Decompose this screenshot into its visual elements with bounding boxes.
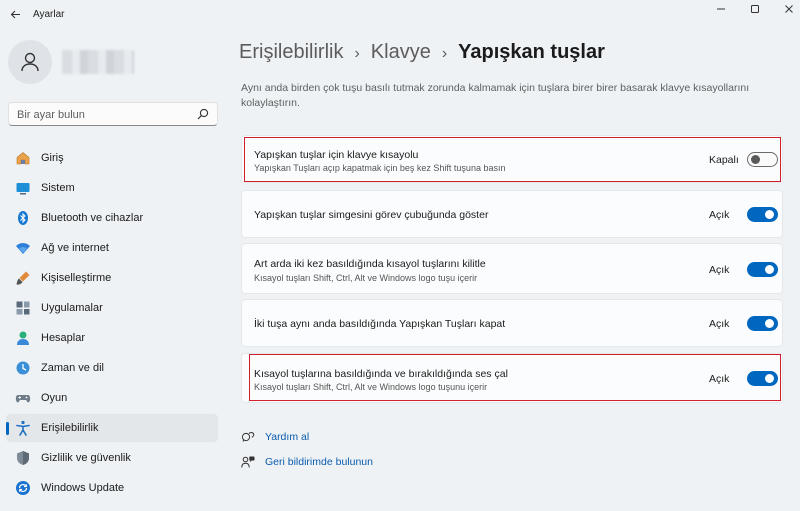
sidebar-item-accessibility[interactable]: Erişilebilirlik (6, 414, 218, 442)
sidebar-item-label: Windows Update (41, 482, 125, 494)
close-icon (785, 5, 793, 13)
sidebar-item-gaming[interactable]: Oyun (6, 384, 218, 412)
sidebar-item-home[interactable]: Giriş (6, 144, 218, 172)
sidebar-nav: Giriş Sistem Bluetooth ve cihazlar Ağ ve… (6, 144, 218, 504)
setting-card-taskbar-icon[interactable]: Yapışkan tuşlar simgesini görev çubuğund… (241, 190, 783, 238)
setting-state: Açık (709, 209, 730, 221)
toggle-knob (765, 374, 774, 383)
sidebar-item-personalization[interactable]: Kişiselleştirme (6, 264, 218, 292)
system-icon (16, 183, 30, 195)
brush-icon (16, 271, 30, 285)
setting-state: Açık (709, 373, 730, 385)
feedback-link-text[interactable]: Geri bildirimde bulunun (265, 456, 373, 468)
back-arrow-icon (10, 10, 20, 18)
setting-title: Kısayol tuşlarına basıldığında ve bırakı… (254, 368, 508, 380)
sidebar-item-label: Bluetooth ve cihazlar (41, 212, 144, 224)
setting-state: Kapalı (709, 154, 739, 166)
chevron-right-icon: › (354, 45, 360, 62)
sidebar-item-network[interactable]: Ağ ve internet (6, 234, 218, 262)
sidebar-item-label: Uygulamalar (41, 302, 103, 314)
setting-title: İki tuşa aynı anda basıldığında Yapışkan… (254, 318, 506, 330)
sidebar-item-label: Oyun (41, 392, 68, 404)
sidebar-item-label: Kişiselleştirme (41, 272, 112, 284)
sidebar-item-label: Gizlilik ve güvenlik (41, 452, 131, 464)
profile-name-redacted (62, 50, 134, 74)
sidebar-item-time-language[interactable]: Zaman ve dil (6, 354, 218, 382)
sidebar-item-label: Erişilebilirlik (41, 422, 99, 434)
search-icon[interactable] (197, 108, 209, 120)
toggle-knob (751, 155, 760, 164)
toggle-switch[interactable] (747, 152, 778, 167)
sidebar-item-label: Hesaplar (41, 332, 86, 344)
breadcrumb: Erişilebilirlik › Klavye › Yapışkan tuşl… (239, 41, 605, 67)
shield-icon (17, 451, 29, 465)
minimize-icon (717, 8, 725, 10)
setting-card-lock-keys[interactable]: Art arda iki kez basıldığında kısayol tu… (241, 243, 783, 294)
sidebar-item-label: Zaman ve dil (41, 362, 104, 374)
setting-card-play-sound[interactable]: Kısayol tuşlarına basıldığında ve bırakı… (241, 353, 783, 403)
app-title: Ayarlar (33, 9, 65, 20)
bluetooth-icon (18, 211, 28, 225)
toggle-switch[interactable] (747, 207, 778, 222)
setting-subtitle: Kısayol tuşları Shift, Ctrl, Alt ve Wind… (254, 273, 478, 283)
minimize-button[interactable] (703, 0, 739, 18)
title-bar: Ayarlar (0, 0, 800, 30)
toggle-switch[interactable] (747, 262, 778, 277)
setting-card-turn-off[interactable]: İki tuşa aynı anda basıldığında Yapışkan… (241, 299, 783, 347)
sidebar-item-label: Sistem (41, 182, 75, 194)
toggle-switch[interactable] (747, 371, 778, 386)
help-icon (241, 432, 255, 442)
close-button[interactable] (771, 0, 800, 18)
person-icon (21, 52, 39, 72)
sidebar-item-label: Ağ ve internet (41, 242, 109, 254)
sidebar-item-privacy[interactable]: Gizlilik ve güvenlik (6, 444, 218, 472)
home-icon (16, 152, 30, 165)
sidebar-item-apps[interactable]: Uygulamalar (6, 294, 218, 322)
sidebar-item-label: Giriş (41, 152, 64, 164)
sidebar-item-windows-update[interactable]: Windows Update (6, 474, 218, 502)
avatar (8, 40, 52, 84)
apps-icon (16, 301, 30, 315)
account-icon (17, 331, 29, 345)
maximize-button[interactable] (737, 0, 773, 18)
gaming-icon (15, 395, 31, 403)
sidebar-item-accounts[interactable]: Hesaplar (6, 324, 218, 352)
search-box[interactable]: Bir ayar bulun (8, 102, 218, 126)
breadcrumb-item-keyboard[interactable]: Klavye (371, 41, 431, 64)
toggle-knob (765, 210, 774, 219)
search-input[interactable]: Bir ayar bulun (17, 109, 85, 121)
update-icon (16, 481, 30, 495)
time-language-icon (16, 361, 30, 375)
sidebar-item-system[interactable]: Sistem (6, 174, 218, 202)
maximize-icon (751, 5, 759, 13)
breadcrumb-item-accessibility[interactable]: Erişilebilirlik (239, 41, 343, 64)
setting-subtitle: Kısayol tuşları Shift, Ctrl, Alt ve Wind… (254, 382, 488, 392)
wifi-icon (16, 243, 30, 254)
back-button[interactable] (6, 5, 24, 23)
help-link-text[interactable]: Yardım al (265, 431, 309, 443)
chevron-right-icon: › (441, 45, 448, 62)
toggle-knob (765, 319, 774, 328)
setting-state: Açık (709, 264, 730, 276)
setting-title: Yapışkan tuşlar için klavye kısayolu (254, 149, 419, 161)
sidebar-item-bluetooth[interactable]: Bluetooth ve cihazlar (6, 204, 218, 232)
page-description: Aynı anda birden çok tuşu basılı tutmak … (241, 82, 750, 109)
setting-state: Açık (709, 318, 730, 330)
setting-title: Art arda iki kez basıldığında kısayol tu… (254, 258, 486, 270)
toggle-switch[interactable] (747, 316, 778, 331)
feedback-icon (241, 456, 255, 468)
accessibility-icon (16, 420, 30, 436)
setting-subtitle: Yapışkan Tuşları açıp kapatmak için beş … (254, 163, 506, 173)
setting-title: Yapışkan tuşlar simgesini görev çubuğund… (254, 209, 489, 221)
setting-card-shortcut[interactable]: Yapışkan tuşlar için klavye kısayolu Yap… (241, 135, 783, 183)
page-title: Yapışkan tuşlar (458, 41, 605, 63)
toggle-knob (765, 265, 774, 274)
